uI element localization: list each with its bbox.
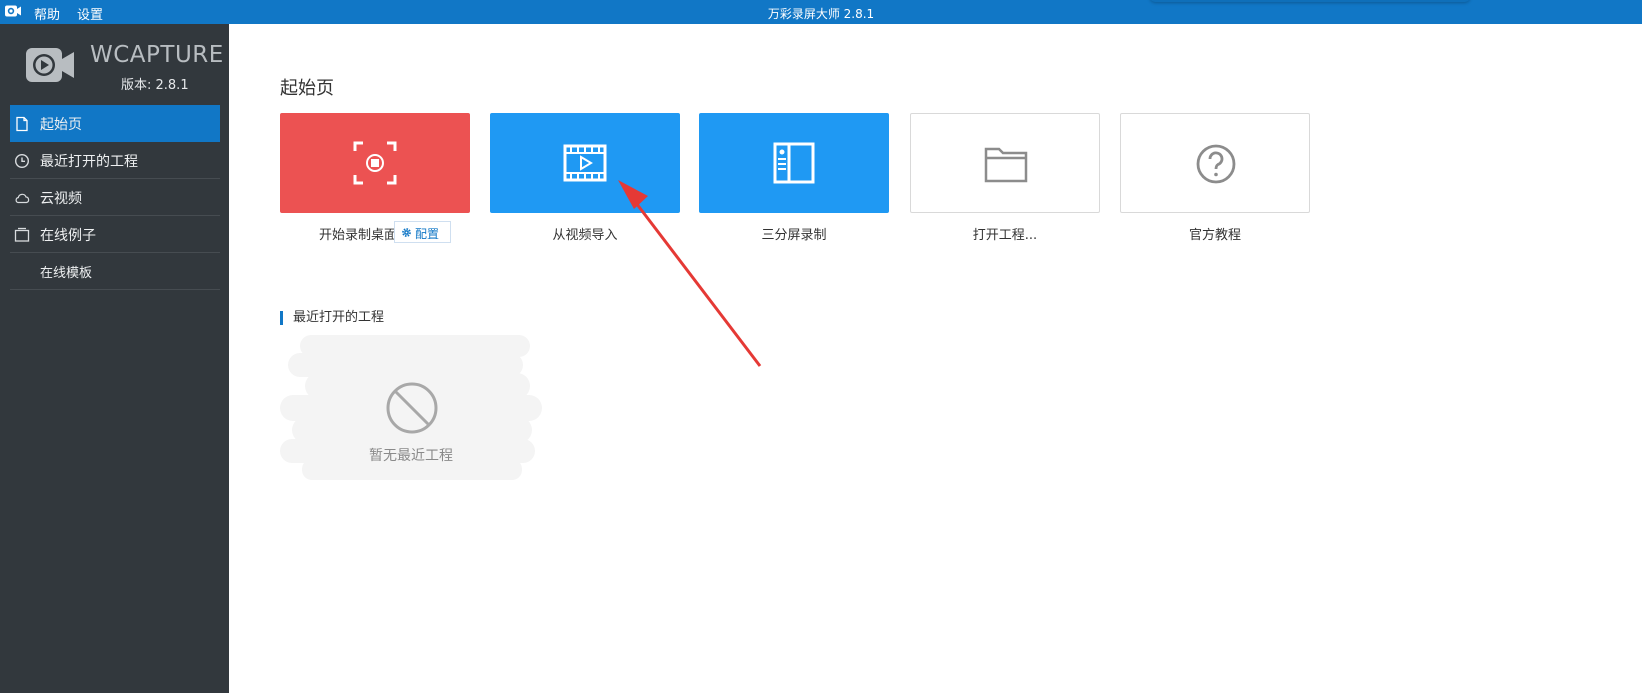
record-desktop-tile[interactable]: [280, 113, 470, 213]
gear-icon: [402, 228, 411, 237]
empty-state-text: 暂无最近工程: [369, 448, 453, 464]
sidebar-item-label: 在线模板: [40, 266, 93, 281]
page-icon: [16, 116, 28, 132]
recent-projects-heading: 最近打开的工程: [280, 311, 384, 325]
official-tutorial-tile[interactable]: [1120, 113, 1310, 213]
window-icon: [14, 227, 30, 242]
import-video-tile[interactable]: [490, 113, 680, 213]
sidebar-item-label: 起始页: [40, 117, 82, 133]
sidebar-item-cloud-video[interactable]: 云视频: [10, 179, 220, 216]
recent-projects-empty-state: 暂无最近工程: [280, 335, 542, 480]
sidebar-item-online-examples[interactable]: 在线例子: [10, 216, 220, 253]
sidebar-item-label: 云视频: [40, 191, 82, 207]
sidebar-item-label: 最近打开的工程: [40, 154, 138, 170]
wcapture-logo-icon: [26, 48, 74, 82]
cloud-icon: [15, 193, 30, 204]
question-circle-icon: [1196, 144, 1236, 184]
app-window: 帮助 设置 万彩录屏大师 2.8.1 WCAPTURE 版本: 2.8.1 起始…: [0, 0, 1642, 693]
split-screen-tile[interactable]: [699, 113, 889, 213]
brand-name: WCAPTURE: [90, 42, 224, 68]
config-button[interactable]: 配置: [394, 221, 451, 243]
import-video-label: 从视频导入: [552, 228, 618, 243]
window-title: 万彩录屏大师 2.8.1: [767, 7, 875, 21]
record-desktop-icon: [353, 141, 397, 185]
open-project-tile[interactable]: [910, 113, 1100, 213]
clock-icon: [14, 153, 30, 169]
config-button-label: 配置: [415, 227, 440, 241]
version-label: 版本: 2.8.1: [121, 78, 189, 93]
folder-icon: [984, 147, 1028, 183]
page-title: 起始页: [280, 78, 334, 99]
sidebar-item-online-templates[interactable]: 在线模板: [10, 253, 220, 290]
official-tutorial-label: 官方教程: [1188, 228, 1241, 243]
split-screen-icon: [773, 142, 815, 184]
sidebar: WCAPTURE 版本: 2.8.1 起始页 最近打开的工程 云视频 在线例子 …: [0, 24, 229, 693]
sidebar-item-recent-projects[interactable]: 最近打开的工程: [10, 142, 220, 179]
window-controls-area: [1150, 0, 1470, 2]
sidebar-item-label: 在线例子: [40, 228, 96, 244]
title-bar: 帮助 设置 万彩录屏大师 2.8.1: [0, 0, 1642, 24]
main-content: 起始页 开始录制桌面 配置 从视频导入 三分屏录制 打开工程... 官方教程 最…: [229, 24, 1642, 693]
no-entry-icon: [386, 382, 438, 434]
split-screen-label: 三分屏录制: [761, 228, 827, 243]
sidebar-item-start-page[interactable]: 起始页: [10, 105, 220, 142]
sidebar-nav: 起始页 最近打开的工程 云视频 在线例子 在线模板: [10, 105, 220, 290]
open-project-label: 打开工程...: [972, 228, 1038, 243]
film-play-icon: [563, 144, 607, 182]
